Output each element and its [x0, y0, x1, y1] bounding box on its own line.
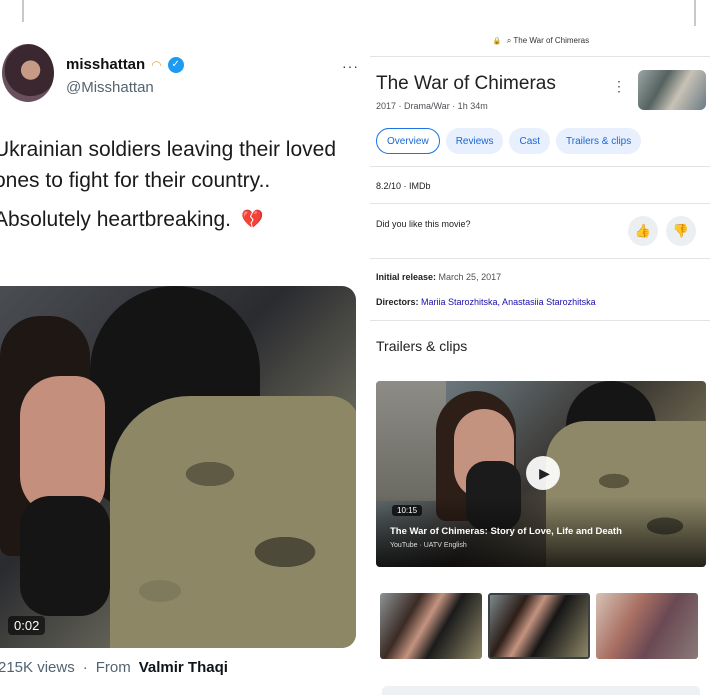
tweet-text-line2: Absolutely heartbreaking.	[0, 208, 231, 231]
tweet-text-line1: Ukrainian soldiers leaving their loved o…	[0, 138, 337, 192]
thumbs-down-icon[interactable]: 👎	[666, 216, 696, 246]
divider	[370, 203, 710, 204]
from-label: From	[95, 659, 131, 676]
initial-release: Initial release: March 25, 2017	[376, 272, 501, 282]
tweet-text-line2-row: Absolutely heartbreaking. 💔	[0, 204, 344, 235]
directors-label: Directors:	[376, 297, 419, 307]
views-row: 215K views · From Valmir Thaqi	[0, 659, 228, 676]
tweet-card: misshattan ◠ ✓ @Misshattan ··· Ukrainian…	[0, 0, 360, 695]
lock-icon: 🔒	[492, 38, 502, 45]
clip-source: YouTube · UATV English	[390, 542, 467, 549]
thumbs-up-icon[interactable]: 👍	[628, 216, 658, 246]
video-figure-face	[20, 376, 105, 516]
tweet-video[interactable]: 0:02	[0, 286, 356, 648]
verified-icon: ✓	[167, 56, 184, 73]
broken-heart-icon: 💔	[240, 209, 264, 229]
separator-dot: ·	[82, 659, 88, 676]
view-count: 215K views	[0, 659, 75, 676]
rating-buttons: 👍 👎	[628, 216, 696, 246]
video-figure-camo	[110, 396, 356, 648]
movie-thumbnail[interactable]	[638, 70, 706, 110]
tab-overview[interactable]: Overview	[376, 128, 440, 154]
search-icon: ⌕	[506, 36, 512, 45]
tab-cast[interactable]: Cast	[509, 128, 551, 154]
search-panel: 🔒 ⌕ The War of Chimeras The War of Chime…	[362, 0, 720, 695]
display-name[interactable]: misshattan	[66, 56, 145, 73]
video-timestamp: 0:02	[8, 616, 46, 635]
next-card-edge	[382, 686, 700, 695]
clip-thumbnail-selected[interactable]	[488, 593, 590, 659]
more-options-icon[interactable]: ···	[342, 58, 359, 74]
divider	[370, 258, 710, 259]
tweet-text: Ukrainian soldiers leaving their loved o…	[0, 134, 344, 235]
from-name[interactable]: Valmir Thaqi	[139, 659, 228, 676]
divider	[694, 0, 696, 26]
clip-thumbnail[interactable]	[596, 593, 698, 659]
trailers-heading: Trailers & clips	[376, 338, 468, 354]
divider	[370, 56, 710, 57]
divider	[370, 320, 710, 321]
page-title: The War of Chimeras	[376, 73, 556, 94]
divider	[22, 0, 24, 22]
directors-value[interactable]: Mariia Starozhitska, Anastasiia Starozhi…	[421, 297, 596, 307]
clip-title[interactable]: The War of Chimeras: Story of Love, Life…	[390, 526, 622, 537]
tab-reviews[interactable]: Reviews	[445, 128, 504, 154]
divider	[370, 166, 710, 167]
handle[interactable]: @Misshattan	[66, 79, 154, 96]
directors: Directors: Mariia Starozhitska, Anastasi…	[376, 297, 596, 307]
release-value: March 25, 2017	[438, 272, 502, 282]
video-figure-glove	[20, 496, 110, 616]
clip-thumbnail[interactable]	[380, 593, 482, 659]
avatar[interactable]	[2, 44, 54, 102]
tab-bar: Overview Reviews Cast Trailers & clips	[376, 128, 642, 154]
trailer-clip[interactable]: ▶ 10:15 The War of Chimeras: Story of Lo…	[376, 381, 706, 567]
author-row: misshattan ◠ ✓	[66, 56, 184, 73]
play-icon[interactable]: ▶	[526, 456, 560, 490]
movie-meta: 2017 · Drama/War · 1h 34m	[376, 101, 488, 111]
clip-thumbnail-strip	[380, 593, 698, 659]
release-label: Initial release:	[376, 272, 437, 282]
banana-icon: ◠	[151, 57, 162, 72]
more-options-icon[interactable]: ⋮	[612, 78, 626, 95]
screenshot-collage: misshattan ◠ ✓ @Misshattan ··· Ukrainian…	[0, 0, 720, 695]
url-text: The War of Chimeras	[513, 36, 590, 45]
like-question: Did you like this movie?	[376, 219, 471, 229]
url-bar[interactable]: 🔒 ⌕ The War of Chimeras	[362, 36, 720, 46]
clip-duration: 10:15	[392, 505, 423, 516]
rating[interactable]: 8.2/10 · IMDb	[376, 181, 431, 191]
tab-trailers-clips[interactable]: Trailers & clips	[556, 128, 642, 154]
